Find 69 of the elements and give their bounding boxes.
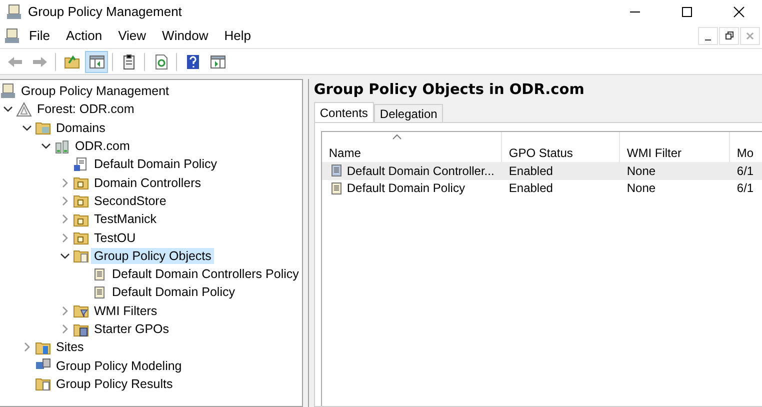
table-cell: Enabled xyxy=(508,181,553,196)
triangle-icon xyxy=(16,102,32,117)
tab[interactable]: Contents xyxy=(314,102,374,122)
pane-heading: Group Policy Objects in ODR.com xyxy=(314,82,586,100)
table-cell: None xyxy=(626,164,656,178)
folder-icon xyxy=(73,175,89,190)
tree-item[interactable]: Group Policy Modeling xyxy=(53,358,185,374)
maximize-icon xyxy=(681,6,693,18)
server-icon xyxy=(54,138,70,154)
close-icon xyxy=(733,6,745,18)
tree-item[interactable]: Domains xyxy=(53,120,108,136)
table-cell: Enabled xyxy=(508,164,553,178)
window-title: Group Policy Management xyxy=(28,4,183,19)
folder-up-icon[interactable] xyxy=(64,54,80,69)
scroll-icon xyxy=(92,284,107,300)
tree-item[interactable]: WMI Filters xyxy=(91,302,160,319)
folder-icon xyxy=(35,376,51,392)
chevron-icon[interactable] xyxy=(41,141,51,152)
folder-icon xyxy=(73,303,89,318)
folder-icon xyxy=(73,230,89,246)
chevron-icon[interactable] xyxy=(60,250,70,261)
tree-item[interactable]: TestOU xyxy=(91,230,139,246)
tree-item[interactable]: TestManick xyxy=(91,211,160,228)
tree-item[interactable]: ODR.com xyxy=(72,138,133,154)
restore-button[interactable] xyxy=(719,26,739,44)
clipboard-icon[interactable] xyxy=(122,54,136,70)
menu-item[interactable]: Help xyxy=(217,26,258,45)
tree-item[interactable]: Domain Controllers xyxy=(91,174,204,191)
tab[interactable]: Delegation xyxy=(374,104,444,122)
scroll-icon xyxy=(328,180,344,196)
tree-item[interactable]: Group Policy Results xyxy=(53,376,176,392)
help-icon[interactable] xyxy=(186,54,200,70)
tree-item[interactable]: Group Policy Management xyxy=(18,83,172,100)
pane-icon[interactable] xyxy=(88,54,104,68)
close-icon xyxy=(746,32,754,40)
menu-item[interactable]: Window xyxy=(155,26,216,45)
tree-item[interactable]: Group Policy Objects xyxy=(91,248,214,264)
tree-item[interactable]: Default Domain Controllers Policy xyxy=(109,266,302,282)
table-cell[interactable]: Default Domain Policy xyxy=(346,181,465,196)
table-cell: 6/1 xyxy=(736,164,754,178)
menu-item[interactable]: Action xyxy=(58,26,110,45)
chevron-icon[interactable] xyxy=(22,122,32,133)
scroll-icon xyxy=(328,163,344,178)
menu-item[interactable]: File xyxy=(22,26,57,45)
chevron-icon[interactable] xyxy=(3,104,13,114)
folder-icon xyxy=(35,120,51,136)
folder-icon xyxy=(73,212,89,227)
refresh-icon[interactable] xyxy=(154,54,168,70)
folder-icon xyxy=(73,193,89,208)
minimize-icon xyxy=(704,38,712,40)
console-icon xyxy=(0,83,16,100)
folder-icon xyxy=(35,340,51,355)
menu-item[interactable]: View xyxy=(111,26,154,45)
console-icon xyxy=(4,28,20,44)
tree-item[interactable]: Forest: ODR.com xyxy=(34,101,138,118)
tree-item[interactable]: Starter GPOs xyxy=(91,321,172,337)
table-cell: None xyxy=(626,181,656,196)
tree-item[interactable]: Default Domain Policy xyxy=(109,284,238,300)
folder-icon xyxy=(73,322,89,336)
tree-item[interactable]: Default Domain Policy xyxy=(91,156,220,172)
tree-item[interactable]: Sites xyxy=(53,339,87,356)
pane-icon[interactable] xyxy=(210,54,226,68)
scroll-icon xyxy=(92,266,107,282)
scroll-icon xyxy=(73,156,89,172)
console-icon xyxy=(6,4,22,20)
table-cell: 6/1 xyxy=(736,181,754,196)
tree-item[interactable]: SecondStore xyxy=(91,192,170,209)
restore-icon xyxy=(724,31,734,40)
folder-icon xyxy=(73,248,89,264)
